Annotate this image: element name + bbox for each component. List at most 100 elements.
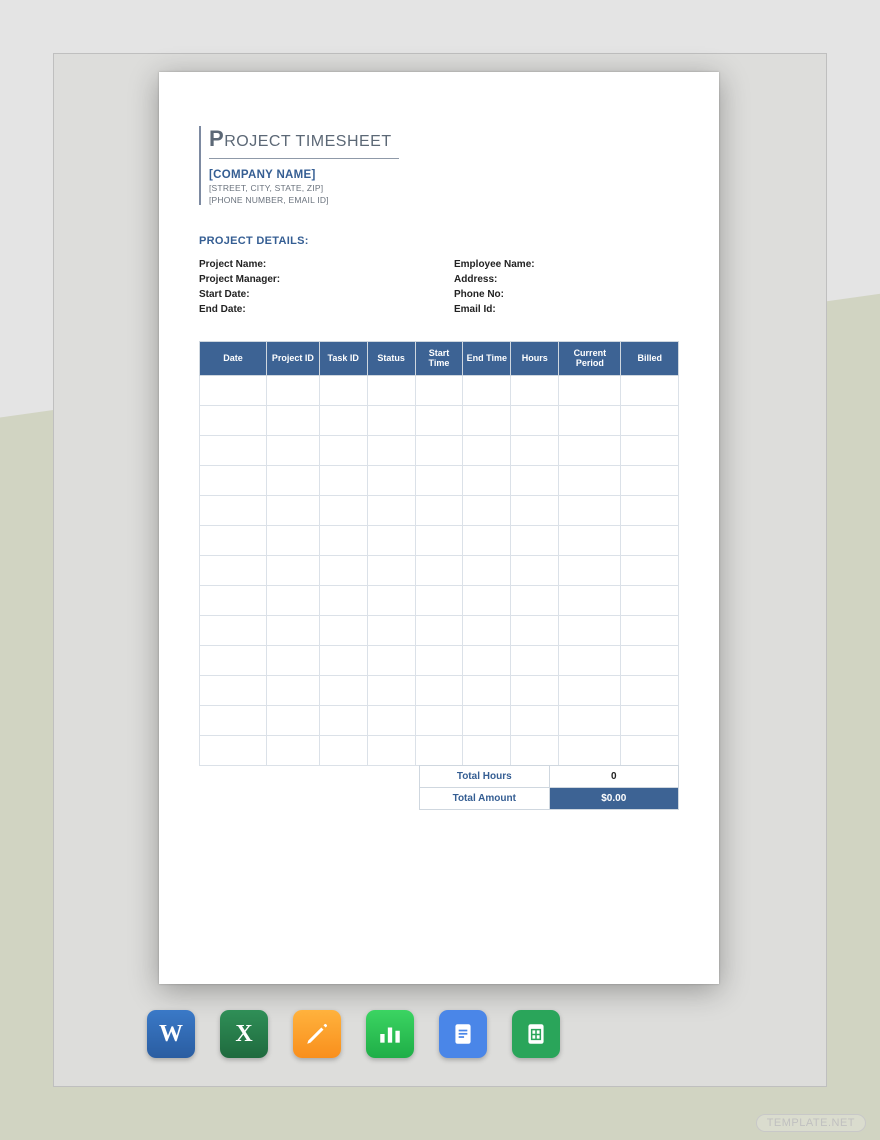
- table-cell: [319, 465, 367, 495]
- google-docs-icon[interactable]: [439, 1010, 487, 1058]
- table-cell: [559, 495, 621, 525]
- table-cell: [267, 375, 320, 405]
- table-cell: [319, 645, 367, 675]
- table-cell: [319, 375, 367, 405]
- table-cell: [267, 465, 320, 495]
- table-cell: [267, 525, 320, 555]
- table-row: [200, 735, 679, 765]
- timesheet-table: Date Project ID Task ID Status Start Tim…: [199, 341, 679, 766]
- table-cell: [415, 675, 463, 705]
- table-row: [200, 615, 679, 645]
- table-cell: [511, 435, 559, 465]
- col-date: Date: [200, 342, 267, 376]
- title-dropcap: P: [209, 126, 224, 151]
- pen-icon: [304, 1021, 330, 1047]
- table-cell: [200, 645, 267, 675]
- pages-icon[interactable]: [293, 1010, 341, 1058]
- table-cell: [267, 735, 320, 765]
- table-cell: [621, 675, 679, 705]
- table-cell: [200, 435, 267, 465]
- table-cell: [415, 615, 463, 645]
- table-cell: [463, 375, 511, 405]
- table-cell: [559, 615, 621, 645]
- table-cell: [319, 495, 367, 525]
- table-cell: [319, 555, 367, 585]
- company-block: [COMPANY NAME] [STREET, CITY, STATE, ZIP…: [209, 169, 679, 205]
- table-cell: [367, 435, 415, 465]
- excel-icon[interactable]: X: [220, 1010, 268, 1058]
- total-hours-label: Total Hours: [420, 765, 550, 787]
- table-row: [200, 585, 679, 615]
- table-cell: [559, 405, 621, 435]
- title-block: PROJECT TIMESHEET [COMPANY NAME] [STREET…: [199, 126, 679, 205]
- table-cell: [200, 525, 267, 555]
- table-cell: [463, 645, 511, 675]
- table-cell: [367, 675, 415, 705]
- table-cell: [463, 525, 511, 555]
- table-cell: [511, 555, 559, 585]
- table-cell: [415, 585, 463, 615]
- table-cell: [463, 495, 511, 525]
- table-cell: [319, 585, 367, 615]
- table-cell: [267, 615, 320, 645]
- table-cell: [559, 465, 621, 495]
- page-background: PROJECT TIMESHEET [COMPANY NAME] [STREET…: [0, 0, 880, 1140]
- watermark: TEMPLATE.NET: [756, 1114, 866, 1132]
- project-details: Project Name: Project Manager: Start Dat…: [199, 255, 679, 319]
- col-project-id: Project ID: [267, 342, 320, 376]
- table-cell: [511, 585, 559, 615]
- table-cell: [415, 465, 463, 495]
- preview-panel: PROJECT TIMESHEET [COMPANY NAME] [STREET…: [53, 53, 827, 1087]
- table-cell: [367, 555, 415, 585]
- table-cell: [267, 675, 320, 705]
- table-row: [200, 645, 679, 675]
- field-start-date: Start Date:: [199, 289, 424, 300]
- field-employee-name: Employee Name:: [454, 259, 679, 270]
- table-header: Date Project ID Task ID Status Start Tim…: [200, 342, 679, 376]
- table-cell: [415, 735, 463, 765]
- bars-icon: [377, 1021, 403, 1047]
- table-cell: [621, 525, 679, 555]
- google-sheets-icon[interactable]: [512, 1010, 560, 1058]
- col-start-time: Start Time: [415, 342, 463, 376]
- table-cell: [319, 525, 367, 555]
- details-left-column: Project Name: Project Manager: Start Dat…: [199, 255, 424, 319]
- table-cell: [367, 705, 415, 735]
- table-cell: [367, 375, 415, 405]
- table-cell: [367, 645, 415, 675]
- field-end-date: End Date:: [199, 304, 424, 315]
- section-heading: PROJECT DETAILS:: [199, 235, 679, 247]
- total-amount-value: $0.00: [549, 787, 679, 809]
- grid-icon: [523, 1021, 549, 1047]
- table-cell: [463, 465, 511, 495]
- table-cell: [415, 705, 463, 735]
- table-row: [200, 555, 679, 585]
- company-name: [COMPANY NAME]: [209, 169, 679, 181]
- table-cell: [621, 435, 679, 465]
- table-cell: [319, 735, 367, 765]
- table-cell: [511, 495, 559, 525]
- table-cell: [559, 375, 621, 405]
- table-cell: [559, 555, 621, 585]
- table-cell: [200, 405, 267, 435]
- table-cell: [511, 675, 559, 705]
- word-icon[interactable]: W: [147, 1010, 195, 1058]
- table-cell: [621, 585, 679, 615]
- table-cell: [559, 735, 621, 765]
- table-cell: [463, 435, 511, 465]
- table-cell: [463, 555, 511, 585]
- table-cell: [267, 585, 320, 615]
- table-row: [200, 705, 679, 735]
- table-row: [200, 405, 679, 435]
- table-cell: [511, 735, 559, 765]
- table-cell: [319, 705, 367, 735]
- table-cell: [511, 405, 559, 435]
- table-cell: [267, 435, 320, 465]
- table-row: [200, 375, 679, 405]
- table-cell: [621, 375, 679, 405]
- table-cell: [415, 435, 463, 465]
- table-cell: [415, 645, 463, 675]
- numbers-icon[interactable]: [366, 1010, 414, 1058]
- word-glyph: W: [159, 1021, 183, 1048]
- total-hours-value: 0: [549, 765, 679, 787]
